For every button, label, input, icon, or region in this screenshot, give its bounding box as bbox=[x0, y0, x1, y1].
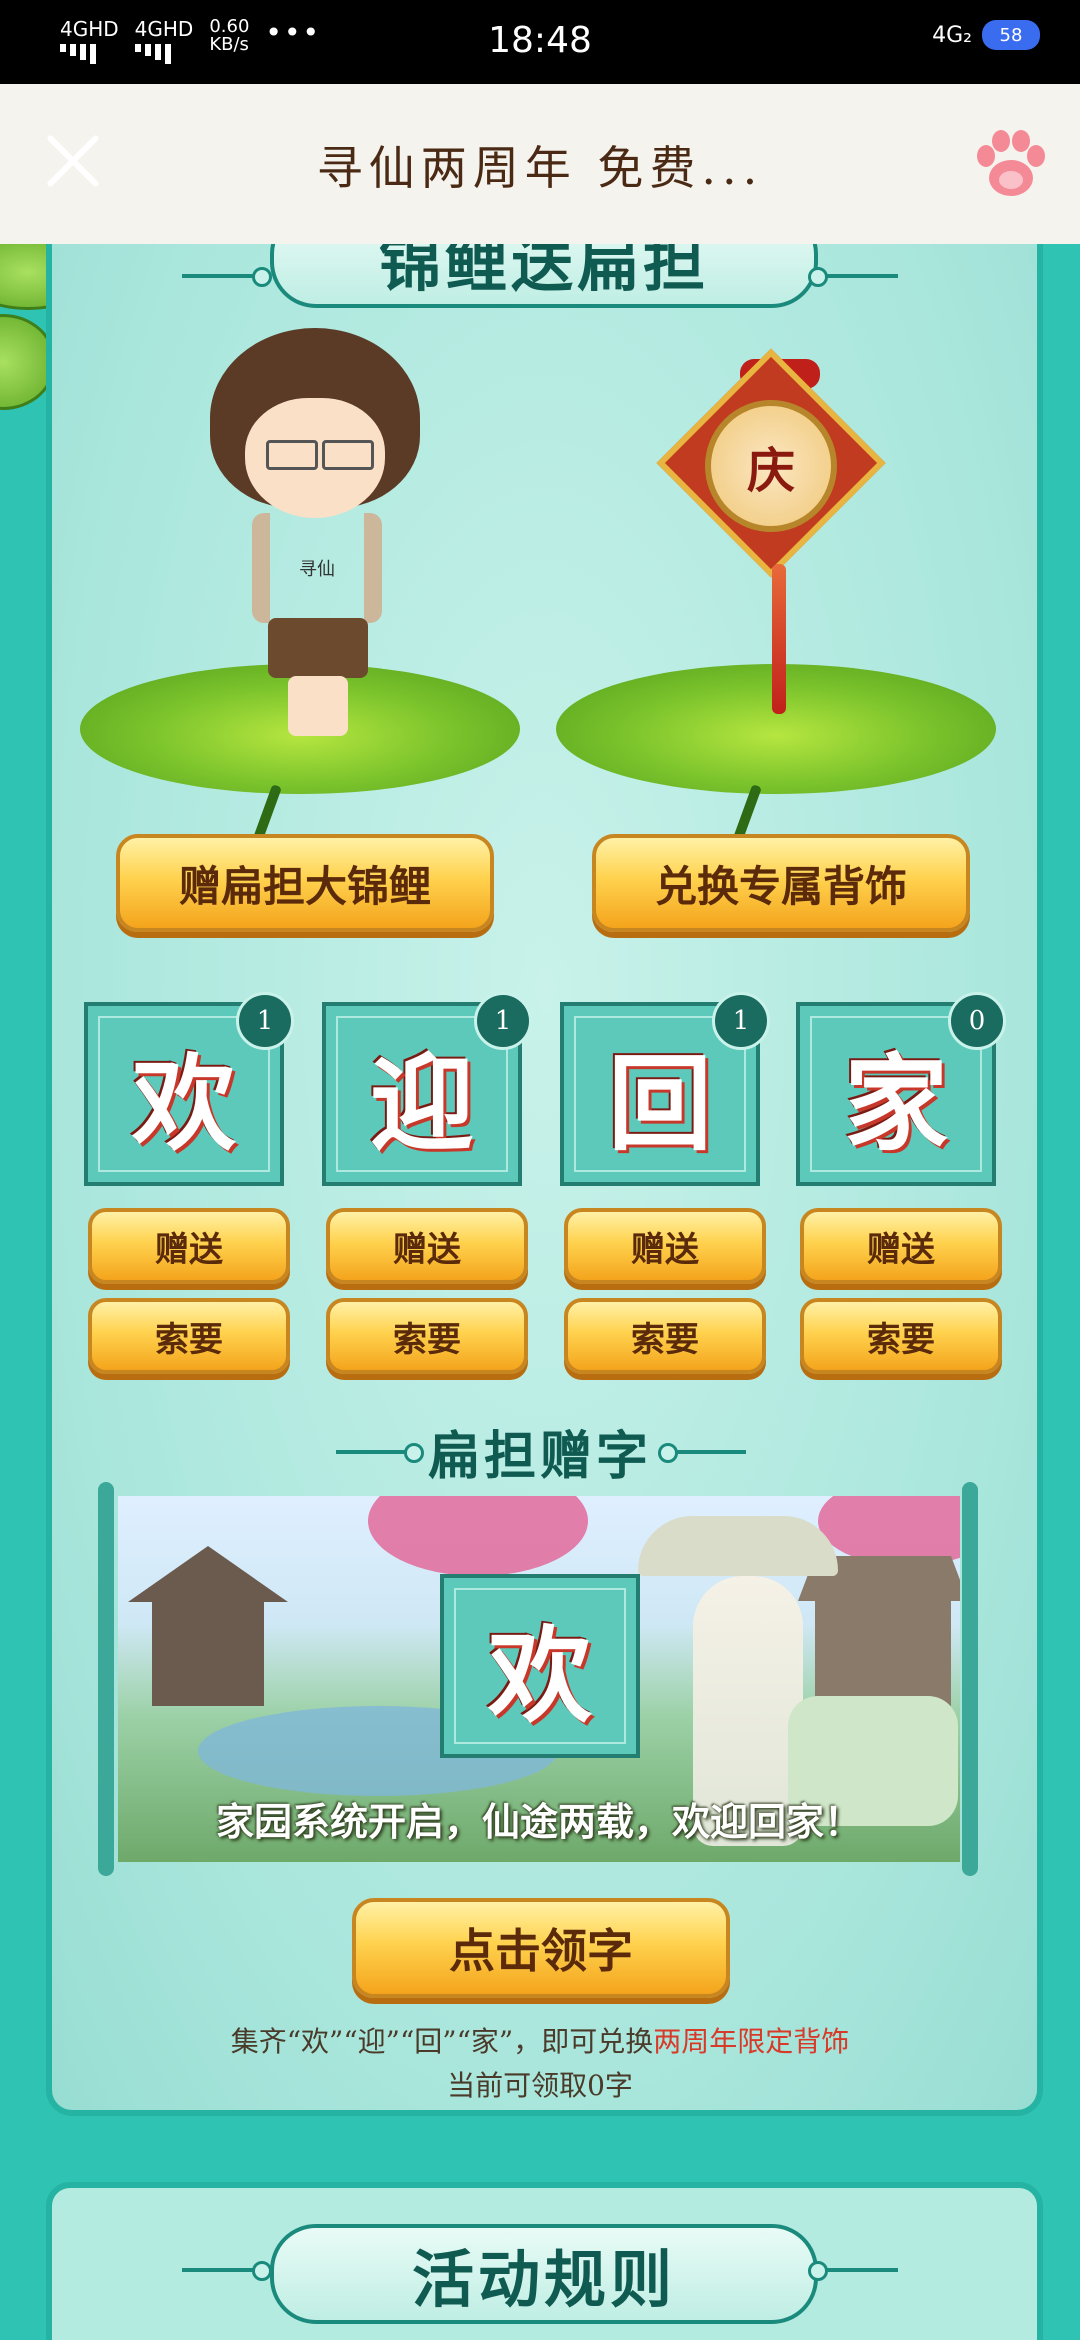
ornament-char: 庆 bbox=[746, 443, 795, 499]
title-ornament-right bbox=[808, 2261, 898, 2281]
pavilion-left bbox=[128, 1546, 288, 1706]
scene-char: 欢 bbox=[487, 1613, 592, 1737]
blossom-decoration bbox=[368, 1496, 588, 1576]
ask-label: 索要 bbox=[155, 1319, 223, 1360]
activity-page: 锦鲤送扁担 寻仙 庆 赠扁担大锦鲤 兑换专属背饰 欢 1 迎 1 回 1 家 0… bbox=[0, 244, 1080, 2340]
card-count-badge: 1 bbox=[236, 992, 294, 1050]
ask-button-huan[interactable]: 索要 bbox=[88, 1298, 290, 1374]
give-button-hui[interactable]: 赠送 bbox=[564, 1208, 766, 1284]
claimable-count: 当前可领取0字 bbox=[447, 2069, 633, 2102]
blossom-decoration bbox=[818, 1496, 960, 1566]
give-label: 赠送 bbox=[631, 1229, 699, 1270]
parasol bbox=[638, 1516, 838, 1576]
battery-level: 58 bbox=[999, 24, 1023, 46]
section-title-rules: 活动规则 bbox=[411, 2243, 676, 2316]
title-ornament-left bbox=[182, 267, 272, 287]
battery-icon: 58 bbox=[982, 20, 1040, 50]
rules-title-plate: 活动规则 bbox=[270, 2224, 818, 2324]
card-count-badge: 0 bbox=[948, 992, 1006, 1050]
gift-biandan-button[interactable]: 赠扁担大锦鲤 bbox=[116, 834, 494, 932]
ornament-tassel bbox=[772, 564, 786, 714]
card-char: 回 bbox=[607, 1041, 712, 1165]
give-label: 赠送 bbox=[155, 1229, 223, 1270]
character-card-ying: 迎 1 bbox=[322, 992, 532, 1186]
ask-button-jia[interactable]: 索要 bbox=[800, 1298, 1002, 1374]
exchange-note-highlight: 两周年限定背饰 bbox=[653, 2025, 850, 2058]
celebration-ornament-icon: 庆 bbox=[705, 400, 837, 532]
ask-button-hui[interactable]: 索要 bbox=[564, 1298, 766, 1374]
section-title-zengzi: 扁担赠字 bbox=[427, 1426, 652, 1487]
give-button-huan[interactable]: 赠送 bbox=[88, 1208, 290, 1284]
title-ornament-left bbox=[182, 2261, 272, 2281]
card-count-badge: 1 bbox=[712, 992, 770, 1050]
status-bar: 4GHD 4GHD 0.60 KB/s ••• 18:48 4G₂ 58 bbox=[0, 0, 1080, 84]
claim-character-button[interactable]: 点击领字 bbox=[352, 1898, 730, 1998]
card-char: 欢 bbox=[131, 1041, 236, 1165]
network-type: 4G₂ bbox=[932, 22, 972, 48]
character-shirt: 寻仙 bbox=[262, 513, 372, 623]
scroll-rod-left bbox=[98, 1482, 114, 1876]
card-count-badge: 1 bbox=[474, 992, 532, 1050]
card-char: 迎 bbox=[369, 1041, 474, 1165]
page-title: 寻仙两周年 免费... bbox=[316, 141, 764, 195]
ask-label: 索要 bbox=[393, 1319, 461, 1360]
character-legs bbox=[288, 676, 348, 736]
title-ornament-right bbox=[658, 1443, 746, 1463]
give-label: 赠送 bbox=[867, 1229, 935, 1270]
character-card-jia: 家 0 bbox=[796, 992, 1006, 1186]
section-title-plate: 锦鲤送扁担 bbox=[270, 244, 818, 308]
app-header: 寻仙两周年 免费... bbox=[0, 84, 1080, 244]
exchange-accessory-label: 兑换专属背饰 bbox=[654, 861, 907, 911]
character-avatar: 寻仙 bbox=[200, 328, 430, 748]
give-label: 赠送 bbox=[393, 1229, 461, 1270]
give-button-ying[interactable]: 赠送 bbox=[326, 1208, 528, 1284]
character-shorts bbox=[268, 618, 368, 678]
clock: 18:48 bbox=[488, 20, 592, 61]
paw-icon[interactable] bbox=[970, 124, 1052, 206]
scroll-rod-right bbox=[962, 1482, 978, 1876]
pavilion-right bbox=[798, 1556, 960, 1706]
glasses-icon bbox=[266, 440, 318, 470]
ask-button-ying[interactable]: 索要 bbox=[326, 1298, 528, 1374]
status-right: 4G₂ 58 bbox=[932, 20, 1040, 50]
scene-caption: 家园系统开启，仙途两载，欢迎回家！ bbox=[215, 1799, 862, 1844]
section-title-jinli: 锦鲤送扁担 bbox=[378, 244, 709, 300]
character-card-huan: 欢 1 bbox=[84, 992, 294, 1186]
exchange-accessory-button[interactable]: 兑换专属背饰 bbox=[592, 834, 970, 932]
gift-biandan-label: 赠扁担大锦鲤 bbox=[178, 861, 431, 911]
card-char: 家 bbox=[843, 1041, 948, 1165]
title-ornament-right bbox=[808, 267, 898, 287]
shirt-text: 寻仙 bbox=[299, 559, 335, 580]
exchange-note: 集齐“欢”“迎”“回”“家”，即可兑换两周年限定背饰 bbox=[0, 2020, 1080, 2060]
ask-label: 索要 bbox=[867, 1319, 935, 1360]
glasses-icon bbox=[322, 440, 374, 470]
claim-character-label: 点击领字 bbox=[449, 1924, 633, 1978]
scene-banner: 欢 家园系统开启，仙途两载，欢迎回家！ bbox=[118, 1496, 960, 1862]
ask-label: 索要 bbox=[631, 1319, 699, 1360]
scene-character-card: 欢 bbox=[440, 1574, 640, 1758]
exchange-note-text: 集齐“欢”“迎”“回”“家”，即可兑换 bbox=[230, 2025, 654, 2058]
give-button-jia[interactable]: 赠送 bbox=[800, 1208, 1002, 1284]
character-card-hui: 回 1 bbox=[560, 992, 770, 1186]
